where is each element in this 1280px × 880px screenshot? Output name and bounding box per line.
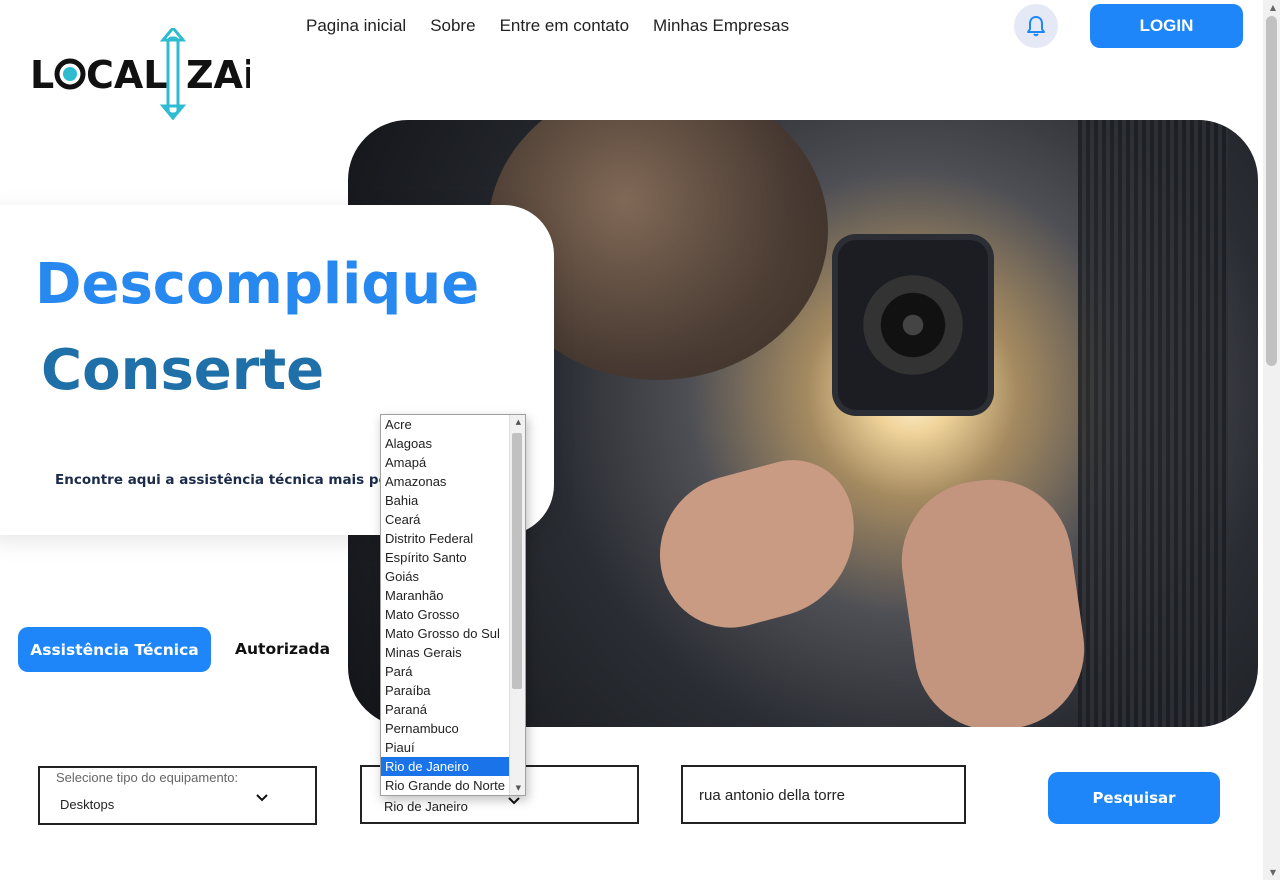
tab-technical-assistance[interactable]: Assistência Técnica — [18, 627, 211, 672]
technician-hand-right — [891, 469, 1095, 727]
state-select-value: Rio de Janeiro — [384, 799, 468, 814]
svg-text:CAL: CAL — [86, 53, 168, 97]
bell-icon — [1027, 16, 1045, 37]
state-option[interactable]: Acre — [381, 415, 509, 434]
headline-primary: Descomplique — [35, 252, 480, 317]
logo-mark: L CAL ZAi — [30, 25, 256, 121]
state-option[interactable]: Rio Grande do Norte — [381, 776, 509, 795]
state-option[interactable]: Bahia — [381, 491, 509, 510]
pc-case-panel — [1078, 120, 1228, 727]
login-button[interactable]: LOGIN — [1090, 4, 1243, 48]
state-option[interactable]: Piauí — [381, 738, 509, 757]
state-option[interactable]: Distrito Federal — [381, 529, 509, 548]
chevron-down-icon — [256, 794, 268, 802]
state-option[interactable]: Mato Grosso do Sul — [381, 624, 509, 643]
notifications-button[interactable] — [1014, 4, 1058, 48]
logo[interactable]: L CAL ZAi — [30, 25, 256, 121]
address-input[interactable]: rua antonio della torre — [681, 765, 966, 824]
state-options: Acre Alagoas Amapá Amazonas Bahia Ceará Distri… — [381, 415, 525, 795]
equipment-select-value: Desktops — [60, 797, 115, 812]
headline-secondary: Conserte — [41, 338, 325, 403]
state-option[interactable]: Espírito Santo — [381, 548, 509, 567]
state-option[interactable]: Pernambuco — [381, 719, 509, 738]
scroll-down-icon[interactable]: ▼ — [516, 784, 521, 792]
dropdown-scroll-thumb[interactable] — [512, 433, 522, 689]
search-button[interactable]: Pesquisar — [1048, 772, 1220, 824]
state-option[interactable]: Mato Grosso — [381, 605, 509, 624]
state-option[interactable]: Rio de Janeiro — [381, 757, 509, 776]
technician-hand-left — [641, 446, 875, 644]
svg-text:ZAi: ZAi — [186, 53, 250, 97]
nav-contact[interactable]: Entre em contato — [500, 16, 629, 36]
state-dropdown-list[interactable]: Acre Alagoas Amapá Amazonas Bahia Ceará Distri… — [380, 414, 526, 796]
state-option[interactable]: Pará — [381, 662, 509, 681]
state-option[interactable]: Minas Gerais — [381, 643, 509, 662]
state-option[interactable]: Paraná — [381, 700, 509, 719]
equipment-select-label: Selecione tipo do equipamento: — [56, 770, 239, 785]
scroll-up-icon[interactable]: ▲ — [1270, 3, 1276, 12]
nav-my-companies[interactable]: Minhas Empresas — [653, 16, 789, 36]
state-option[interactable]: Ceará — [381, 510, 509, 529]
scroll-down-icon[interactable]: ▼ — [1270, 868, 1276, 877]
svg-text:L: L — [30, 53, 54, 97]
equipment-select[interactable]: Selecione tipo do equipamento: Desktops — [38, 766, 317, 825]
state-option[interactable]: Goiás — [381, 567, 509, 586]
tab-authorized[interactable]: Autorizada — [235, 640, 330, 658]
cpu-cooler — [838, 240, 988, 410]
state-option[interactable]: Amapá — [381, 453, 509, 472]
state-option[interactable]: Amazonas — [381, 472, 509, 491]
nav-home[interactable]: Pagina inicial — [306, 16, 406, 36]
hero-subtitle: Encontre aqui a assistência técnica mais… — [55, 472, 380, 488]
dropdown-scrollbar[interactable]: ▲ ▼ — [509, 415, 525, 795]
page-scroll-thumb[interactable] — [1266, 16, 1277, 366]
state-option[interactable]: Maranhão — [381, 586, 509, 605]
state-option[interactable]: Alagoas — [381, 434, 509, 453]
address-input-value: rua antonio della torre — [699, 787, 845, 804]
chevron-down-icon — [508, 797, 520, 805]
scroll-up-icon[interactable]: ▲ — [516, 418, 521, 426]
state-option[interactable]: Paraíba — [381, 681, 509, 700]
main-nav: Pagina inicial Sobre Entre em contato Mi… — [306, 16, 813, 36]
page-scrollbar[interactable]: ▲ ▼ — [1263, 0, 1280, 880]
nav-about[interactable]: Sobre — [430, 16, 475, 36]
